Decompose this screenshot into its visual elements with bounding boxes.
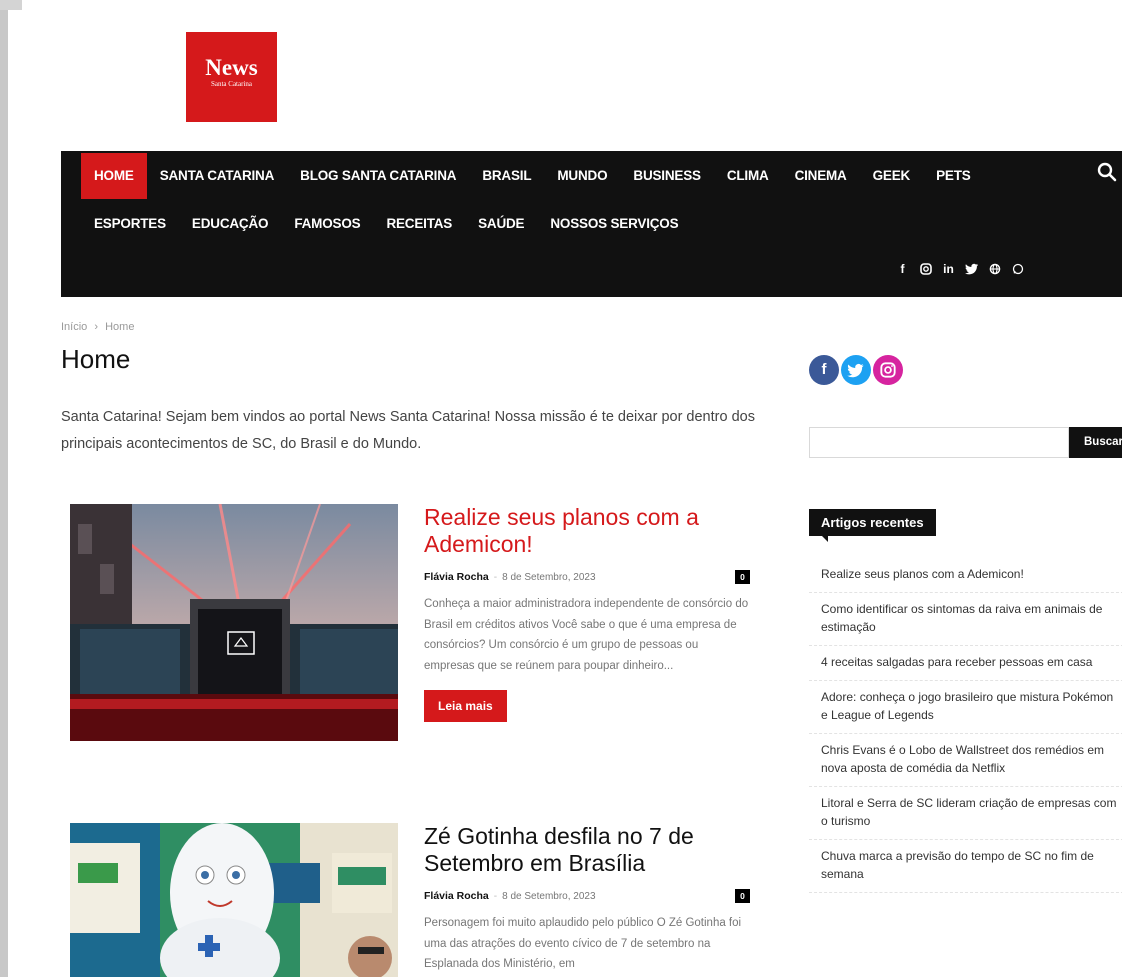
comment-count-badge[interactable]: 0 [735,570,750,584]
post-body: Zé Gotinha desfila no 7 de Setembro em B… [424,823,750,975]
page-title: Home [61,344,131,374]
search-input[interactable] [809,427,1069,458]
nav-item-business[interactable]: BUSINESS [620,153,713,199]
nav-item-receitas[interactable]: RECEITAS [373,204,465,244]
nav-item-clima[interactable]: CLIMA [714,153,782,199]
twitter-icon[interactable] [960,259,983,279]
recent-articles-list: Realize seus planos com a Ademicon! Como… [809,558,1122,893]
nav-item-home[interactable]: HOME [81,153,147,199]
main-navigation: HOME SANTA CATARINA BLOG SANTA CATARINA … [61,151,1122,297]
list-item[interactable]: Chuva marca a previsão do tempo de SC no… [809,840,1122,893]
nav-item-esportes[interactable]: ESPORTES [81,204,179,244]
instagram-icon[interactable] [914,259,937,279]
post-author[interactable]: Flávia Rocha [424,890,489,902]
list-item[interactable]: Litoral e Serra de SC lideram criação de… [809,787,1122,840]
search-icon[interactable] [1096,161,1122,187]
post-meta: Flávia Rocha - 8 de Setembro, 2023 0 [424,889,750,903]
post-meta: Flávia Rocha - 8 de Setembro, 2023 0 [424,570,750,584]
meta-separator: - [493,890,498,902]
breadcrumb-current: Home [105,321,135,333]
list-item[interactable]: Como identificar os sintomas da raiva em… [809,593,1122,646]
sidebar: f Buscar Artigos recentes Realize seus p… [809,355,1122,893]
list-item[interactable]: Adore: conheça o jogo brasileiro que mis… [809,681,1122,734]
nav-item-saude[interactable]: SAÚDE [465,204,537,244]
search-button[interactable]: Buscar [1069,427,1122,458]
post-title[interactable]: Realize seus planos com a Ademicon! [424,504,750,558]
nav-item-nossos-servicos[interactable]: NOSSOS SERVIÇOS [537,204,691,244]
breadcrumb: Início › Home [61,321,134,333]
site-logo[interactable]: News Santa Catarina [186,32,277,122]
sidebar-social-icons: f [809,355,1122,385]
sidebar-search: Buscar [809,427,1122,458]
browser-corner [0,0,22,10]
nav-item-cinema[interactable]: CINEMA [782,153,860,199]
whatsapp-icon[interactable] [1006,259,1029,279]
post-image[interactable] [70,823,398,977]
list-item[interactable]: Realize seus planos com a Ademicon! [809,558,1122,593]
post-image[interactable] [70,504,398,741]
nav-item-santa-catarina[interactable]: SANTA CATARINA [147,153,287,199]
comment-count-badge[interactable]: 0 [735,889,750,903]
list-item[interactable]: Chris Evans é o Lobo de Wallstreet dos r… [809,734,1122,787]
breadcrumb-home-link[interactable]: Início [61,321,87,333]
post-excerpt: Conheça a maior administradora independe… [424,598,749,672]
nav-item-brasil[interactable]: BRASIL [469,153,544,199]
post-body: Realize seus planos com a Ademicon! Fláv… [424,504,750,722]
nav-item-famosos[interactable]: FAMOSOS [281,204,373,244]
facebook-icon[interactable]: f [809,355,839,385]
nav-row-secondary: ESPORTES EDUCAÇÃO FAMOSOS RECEITAS SAÚDE… [81,201,691,247]
globe-icon[interactable] [983,259,1006,279]
nav-item-blog-santa-catarina[interactable]: BLOG SANTA CATARINA [287,153,469,199]
nav-item-mundo[interactable]: MUNDO [544,153,620,199]
intro-text: Santa Catarina! Sejam bem vindos ao port… [61,409,755,452]
nav-item-pets[interactable]: PETS [923,153,983,199]
browser-left-gutter [0,0,8,977]
nav-item-geek[interactable]: GEEK [860,153,923,199]
twitter-icon[interactable] [841,355,871,385]
linkedin-icon[interactable]: in [937,259,960,279]
header-social-links: f in [891,259,1029,279]
list-item[interactable]: 4 receitas salgadas para receber pessoas… [809,646,1122,681]
post-date: 8 de Setembro, 2023 [502,890,596,902]
facebook-icon[interactable]: f [891,259,914,279]
post-title[interactable]: Zé Gotinha desfila no 7 de Setembro em B… [424,823,750,877]
recent-articles-heading: Artigos recentes [809,509,936,542]
breadcrumb-separator: › [94,321,99,333]
logo-sub-text: Santa Catarina [210,80,252,88]
nav-row-primary: HOME SANTA CATARINA BLOG SANTA CATARINA … [81,153,984,199]
post-author[interactable]: Flávia Rocha [424,571,489,583]
nav-item-educacao[interactable]: EDUCAÇÃO [179,204,281,244]
logo-main-text: News [205,55,258,80]
post-excerpt: Personagem foi muito aplaudido pelo públ… [424,917,742,970]
instagram-icon[interactable] [873,355,903,385]
meta-separator: - [493,571,498,583]
read-more-button[interactable]: Leia mais [424,690,507,722]
post-date: 8 de Setembro, 2023 [502,571,596,583]
